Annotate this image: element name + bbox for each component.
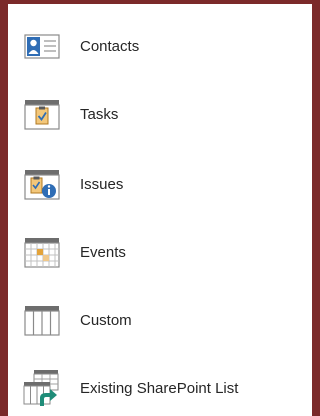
custom-list-icon [24,306,60,336]
events-calendar-icon [24,238,60,268]
issues-list-icon [24,170,60,200]
menu-item-custom[interactable]: Custom [8,294,308,346]
menu-item-contacts[interactable]: Contacts [8,20,308,72]
menu-item-label: Contacts [80,37,140,55]
list-type-menu: Contacts Tasks Issues Events Custom Exis… [8,4,312,416]
menu-item-issues[interactable]: Issues [8,158,308,210]
sharepoint-list-icon [23,370,59,406]
menu-item-label: Issues [80,175,124,193]
menu-item-label: Existing SharePoint List [80,379,239,397]
menu-item-existing-sharepoint-list[interactable]: Existing SharePoint List [8,362,308,414]
menu-item-label: Custom [80,311,132,329]
contacts-list-icon [24,34,60,59]
menu-item-tasks[interactable]: Tasks [8,88,308,140]
menu-item-label: Events [80,243,126,261]
tasks-list-icon [24,100,60,130]
menu-item-label: Tasks [80,105,119,123]
menu-item-events[interactable]: Events [8,226,308,278]
